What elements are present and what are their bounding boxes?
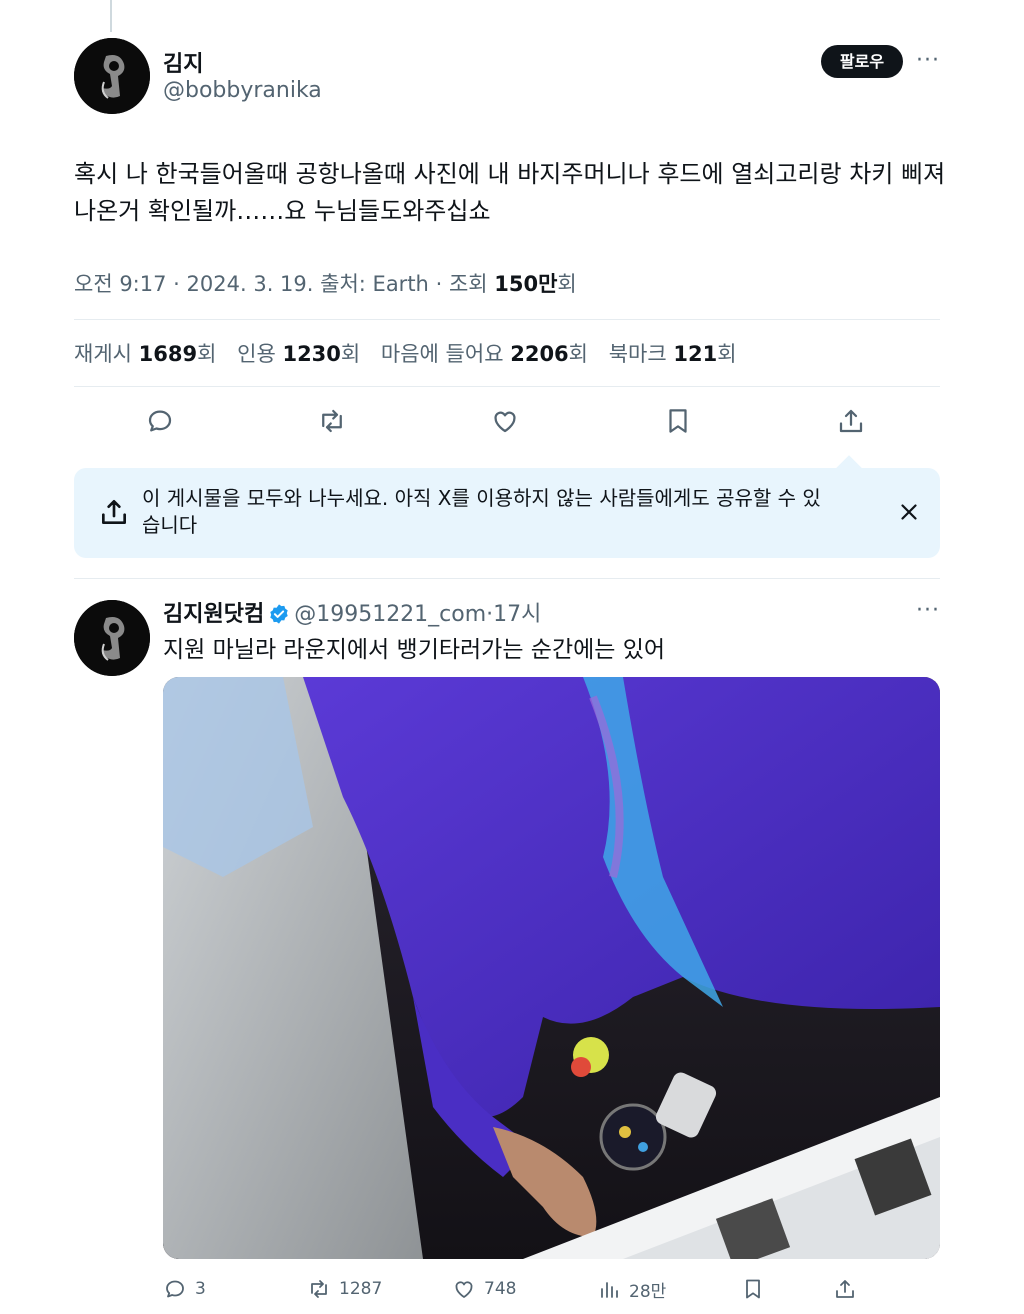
repost-count-button[interactable]: 1287 (307, 1276, 382, 1302)
follow-button[interactable]: 팔로우 (821, 45, 903, 78)
meta-separator: · (173, 272, 180, 296)
photo-image (163, 677, 940, 1259)
reply-author-name[interactable]: 김지원닷컴 (163, 602, 264, 627)
tweet-meta: 오전 9:17 · 2024. 3. 19. 출처: Earth · 조회 15… (74, 268, 577, 298)
divider (74, 386, 940, 387)
share-banner-text: 이 게시물을 모두와 나누세요. 아직 X를 이용하지 않는 사람들에게도 공유… (142, 486, 821, 537)
views-suffix: 회 (557, 272, 577, 296)
engagement-stats: 재게시 1689회 인용 1230회 마음에 들어요 2206회 북마크 121… (74, 338, 751, 368)
like-icon[interactable] (490, 406, 520, 436)
author-handle[interactable]: @bobbyranika (163, 78, 322, 103)
stat-label: 재게시 (74, 342, 132, 366)
views-value: 150만 (494, 272, 558, 296)
share-icon[interactable] (836, 406, 866, 436)
like-count-button[interactable]: 748 (452, 1276, 516, 1302)
avatar[interactable] (74, 38, 150, 114)
share-icon (98, 496, 130, 528)
stat-value: 121 (673, 342, 718, 366)
share-prompt-banner: 이 게시물을 모두와 나누세요. 아직 X를 이용하지 않는 사람들에게도 공유… (74, 455, 940, 558)
reply-count: 3 (195, 1279, 206, 1299)
divider (74, 319, 940, 320)
reply-icon (166, 1280, 184, 1298)
avatar[interactable] (74, 600, 150, 676)
reply-time[interactable]: 17시 (493, 602, 541, 627)
tweet-source: Earth (372, 272, 429, 296)
stat-value: 2206 (510, 342, 569, 366)
divider (74, 578, 940, 579)
like-count: 748 (484, 1279, 517, 1299)
more-options-icon[interactable]: ··· (916, 598, 940, 623)
stat-suffix: 회 (197, 342, 217, 366)
thread-connector-line (110, 0, 112, 32)
tweet-photo[interactable] (163, 677, 940, 1259)
avatar-image (74, 38, 150, 114)
views-chart-icon (601, 1282, 618, 1298)
stat-label: 인용 (237, 342, 276, 366)
reply-text: 지원 마닐라 라운지에서 뱅기타러가는 순간에는 있어 (163, 637, 666, 663)
views-count: 28만 (629, 1281, 667, 1302)
banner-pointer (836, 455, 862, 481)
verified-badge-icon (268, 603, 290, 625)
stat-value: 1689 (138, 342, 198, 366)
tweet-date[interactable]: 2024. 3. 19. (187, 272, 314, 296)
source-label: 출처: (320, 272, 366, 296)
views-label: 조회 (448, 272, 488, 296)
stat-value: 1230 (282, 342, 341, 366)
bookmark-icon[interactable] (663, 406, 693, 436)
stat-label: 마음에 들어요 (380, 342, 504, 366)
tweet-time[interactable]: 오전 9:17 (74, 272, 166, 296)
author-name[interactable]: 김지 (163, 46, 203, 78)
avatar-image (74, 600, 150, 676)
stat-suffix: 회 (568, 342, 588, 366)
stat-likes[interactable]: 마음에 들어요 2206회 (381, 342, 588, 366)
stat-label: 북마크 (608, 342, 667, 366)
share-icon[interactable] (833, 1276, 865, 1302)
views-count-button[interactable]: 28만 (597, 1276, 666, 1302)
stat-suffix: 회 (717, 342, 737, 366)
close-icon[interactable] (896, 499, 922, 525)
repost-icon (311, 1280, 327, 1298)
like-icon (455, 1281, 473, 1298)
tweet-text: 혹시 나 한국들어올때 공항나올때 사진에 내 바지주머니나 후드에 열쇠고리랑… (74, 160, 946, 225)
repost-count: 1287 (339, 1279, 383, 1299)
stat-bookmarks[interactable]: 북마크 121회 (609, 342, 737, 366)
meta-separator: · (435, 272, 443, 296)
reply-icon[interactable] (145, 406, 175, 436)
repost-icon[interactable] (317, 406, 347, 436)
reply-count-button[interactable]: 3 (163, 1276, 206, 1302)
stat-suffix: 회 (340, 342, 361, 366)
bookmark-icon[interactable] (741, 1276, 773, 1302)
stat-reposts[interactable]: 재게시 1689회 (74, 342, 216, 366)
stat-quotes[interactable]: 인용 1230회 (237, 342, 360, 366)
reply-author-handle[interactable]: @19951221_com (294, 602, 486, 627)
reply-header: 김지원닷컴 @19951221_com·17시 (163, 596, 541, 628)
more-options-icon[interactable]: ··· (916, 48, 940, 73)
